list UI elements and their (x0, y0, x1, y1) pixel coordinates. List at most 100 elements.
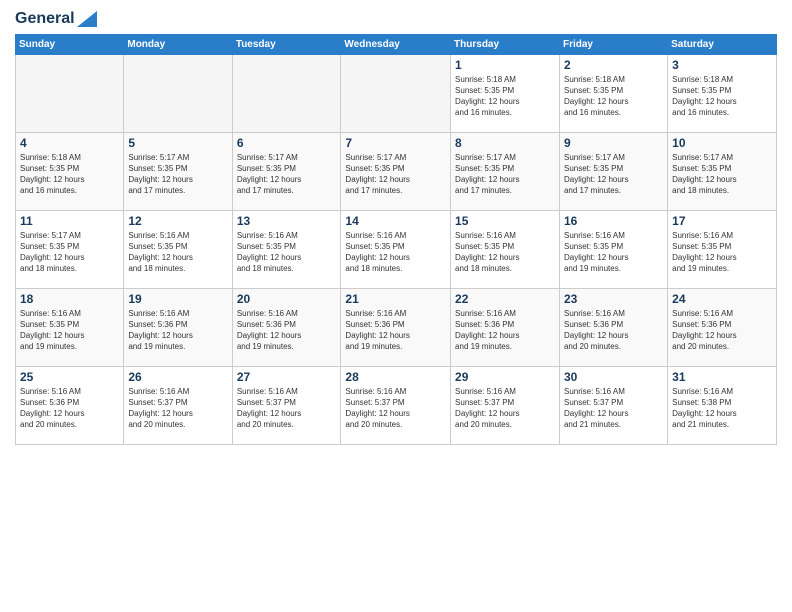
calendar-page: General SundayMondayTuesdayWednesdayThur… (0, 0, 792, 612)
calendar-week-row: 18Sunrise: 5:16 AM Sunset: 5:35 PM Dayli… (16, 288, 777, 366)
calendar-cell: 19 Sunrise: 5:16 AM Sunset: 5:36 PM Dayli… (124, 288, 232, 366)
day-info: Sunrise: 5:16 AM Sunset: 5:35 PM Dayligh… (564, 230, 663, 275)
day-info: Sunrise: 5:16 AM Sunset: 5:35 PM Dayligh… (237, 230, 337, 275)
calendar-cell: 6 Sunrise: 5:17 AM Sunset: 5:35 PM Daylig… (232, 132, 341, 210)
calendar-table: SundayMondayTuesdayWednesdayThursdayFrid… (15, 34, 777, 445)
calendar-cell: 18Sunrise: 5:16 AM Sunset: 5:35 PM Dayli… (16, 288, 124, 366)
day-info: Sunrise: 5:16 AM Sunset: 5:36 PM Dayligh… (128, 308, 227, 353)
calendar-cell: 30 Sunrise: 5:16 AM Sunset: 5:37 PM Dayli… (559, 366, 667, 444)
logo: General (15, 10, 97, 28)
day-info: Sunrise: 5:16 AM Sunset: 5:35 PM Dayligh… (455, 230, 555, 275)
calendar-cell: 15 Sunrise: 5:16 AM Sunset: 5:35 PM Dayli… (451, 210, 560, 288)
day-number: 6 (237, 136, 337, 150)
day-info: Sunrise: 5:16 AM Sunset: 5:36 PM Dayligh… (564, 308, 663, 353)
day-info: Sunrise: 5:16 AM Sunset: 5:37 PM Dayligh… (128, 386, 227, 431)
calendar-cell: 3 Sunrise: 5:18 AM Sunset: 5:35 PM Daylig… (668, 54, 777, 132)
day-info: Sunrise: 5:16 AM Sunset: 5:38 PM Dayligh… (672, 386, 772, 431)
calendar-cell: 23 Sunrise: 5:16 AM Sunset: 5:36 PM Dayli… (559, 288, 667, 366)
day-number: 22 (455, 292, 555, 306)
calendar-cell: 14 Sunrise: 5:16 AM Sunset: 5:35 PM Dayli… (341, 210, 451, 288)
day-info: Sunrise: 5:17 AM Sunset: 5:35 PM Dayligh… (20, 230, 119, 275)
day-info: Sunrise: 5:17 AM Sunset: 5:35 PM Dayligh… (237, 152, 337, 197)
calendar-cell: 1Sunrise: 5:18 AM Sunset: 5:35 PM Daylig… (451, 54, 560, 132)
calendar-cell: 22 Sunrise: 5:16 AM Sunset: 5:36 PM Dayli… (451, 288, 560, 366)
calendar-cell: 10 Sunrise: 5:17 AM Sunset: 5:35 PM Dayli… (668, 132, 777, 210)
day-number: 21 (345, 292, 446, 306)
calendar-cell: 29 Sunrise: 5:16 AM Sunset: 5:37 PM Dayli… (451, 366, 560, 444)
calendar-cell: 2 Sunrise: 5:18 AM Sunset: 5:35 PM Daylig… (559, 54, 667, 132)
calendar-cell: 31 Sunrise: 5:16 AM Sunset: 5:38 PM Dayli… (668, 366, 777, 444)
weekday-header: Wednesday (341, 34, 451, 54)
page-header: General (15, 10, 777, 28)
calendar-cell (341, 54, 451, 132)
day-info: Sunrise: 5:16 AM Sunset: 5:35 PM Dayligh… (672, 230, 772, 275)
day-info: Sunrise: 5:16 AM Sunset: 5:35 PM Dayligh… (128, 230, 227, 275)
day-info: Sunrise: 5:16 AM Sunset: 5:36 PM Dayligh… (672, 308, 772, 353)
day-number: 7 (345, 136, 446, 150)
day-number: 28 (345, 370, 446, 384)
day-info: Sunrise: 5:16 AM Sunset: 5:36 PM Dayligh… (237, 308, 337, 353)
day-info: Sunrise: 5:18 AM Sunset: 5:35 PM Dayligh… (672, 74, 772, 119)
day-number: 9 (564, 136, 663, 150)
day-number: 3 (672, 58, 772, 72)
day-number: 25 (20, 370, 119, 384)
calendar-cell (16, 54, 124, 132)
day-number: 20 (237, 292, 337, 306)
logo-general-text: General (15, 10, 75, 28)
day-number: 2 (564, 58, 663, 72)
day-info: Sunrise: 5:16 AM Sunset: 5:37 PM Dayligh… (237, 386, 337, 431)
calendar-cell: 4Sunrise: 5:18 AM Sunset: 5:35 PM Daylig… (16, 132, 124, 210)
day-info: Sunrise: 5:16 AM Sunset: 5:35 PM Dayligh… (20, 308, 119, 353)
day-number: 29 (455, 370, 555, 384)
day-number: 10 (672, 136, 772, 150)
calendar-cell: 25 Sunrise: 5:16 AM Sunset: 5:36 PM Dayli… (16, 366, 124, 444)
day-info: Sunrise: 5:18 AM Sunset: 5:35 PM Dayligh… (20, 152, 119, 197)
calendar-cell: 21Sunrise: 5:16 AM Sunset: 5:36 PM Dayli… (341, 288, 451, 366)
day-info: Sunrise: 5:17 AM Sunset: 5:35 PM Dayligh… (128, 152, 227, 197)
calendar-cell: 17Sunrise: 5:16 AM Sunset: 5:35 PM Dayli… (668, 210, 777, 288)
calendar-cell: 7Sunrise: 5:17 AM Sunset: 5:35 PM Daylig… (341, 132, 451, 210)
day-number: 12 (128, 214, 227, 228)
day-number: 15 (455, 214, 555, 228)
calendar-cell: 11Sunrise: 5:17 AM Sunset: 5:35 PM Dayli… (16, 210, 124, 288)
day-info: Sunrise: 5:16 AM Sunset: 5:36 PM Dayligh… (20, 386, 119, 431)
day-number: 23 (564, 292, 663, 306)
day-info: Sunrise: 5:18 AM Sunset: 5:35 PM Dayligh… (455, 74, 555, 119)
day-info: Sunrise: 5:16 AM Sunset: 5:37 PM Dayligh… (564, 386, 663, 431)
weekday-header: Sunday (16, 34, 124, 54)
weekday-header: Friday (559, 34, 667, 54)
day-number: 31 (672, 370, 772, 384)
day-info: Sunrise: 5:16 AM Sunset: 5:37 PM Dayligh… (345, 386, 446, 431)
weekday-header: Thursday (451, 34, 560, 54)
calendar-week-row: 11Sunrise: 5:17 AM Sunset: 5:35 PM Dayli… (16, 210, 777, 288)
calendar-cell: 9 Sunrise: 5:17 AM Sunset: 5:35 PM Daylig… (559, 132, 667, 210)
day-info: Sunrise: 5:16 AM Sunset: 5:37 PM Dayligh… (455, 386, 555, 431)
calendar-cell: 28 Sunrise: 5:16 AM Sunset: 5:37 PM Dayli… (341, 366, 451, 444)
day-number: 27 (237, 370, 337, 384)
day-number: 19 (128, 292, 227, 306)
day-number: 13 (237, 214, 337, 228)
calendar-cell: 20 Sunrise: 5:16 AM Sunset: 5:36 PM Dayli… (232, 288, 341, 366)
calendar-cell: 13 Sunrise: 5:16 AM Sunset: 5:35 PM Dayli… (232, 210, 341, 288)
day-info: Sunrise: 5:17 AM Sunset: 5:35 PM Dayligh… (564, 152, 663, 197)
calendar-header-row: SundayMondayTuesdayWednesdayThursdayFrid… (16, 34, 777, 54)
weekday-header: Saturday (668, 34, 777, 54)
day-info: Sunrise: 5:16 AM Sunset: 5:36 PM Dayligh… (455, 308, 555, 353)
weekday-header: Monday (124, 34, 232, 54)
day-number: 16 (564, 214, 663, 228)
logo-icon (77, 11, 97, 27)
day-info: Sunrise: 5:16 AM Sunset: 5:35 PM Dayligh… (345, 230, 446, 275)
day-info: Sunrise: 5:18 AM Sunset: 5:35 PM Dayligh… (564, 74, 663, 119)
logo-general: General (15, 10, 97, 28)
day-number: 26 (128, 370, 227, 384)
weekday-header: Tuesday (232, 34, 341, 54)
calendar-cell: 26 Sunrise: 5:16 AM Sunset: 5:37 PM Dayli… (124, 366, 232, 444)
calendar-cell (232, 54, 341, 132)
day-number: 14 (345, 214, 446, 228)
calendar-cell: 5Sunrise: 5:17 AM Sunset: 5:35 PM Daylig… (124, 132, 232, 210)
day-number: 30 (564, 370, 663, 384)
calendar-week-row: 4Sunrise: 5:18 AM Sunset: 5:35 PM Daylig… (16, 132, 777, 210)
day-info: Sunrise: 5:17 AM Sunset: 5:35 PM Dayligh… (672, 152, 772, 197)
day-info: Sunrise: 5:17 AM Sunset: 5:35 PM Dayligh… (455, 152, 555, 197)
calendar-cell: 8Sunrise: 5:17 AM Sunset: 5:35 PM Daylig… (451, 132, 560, 210)
